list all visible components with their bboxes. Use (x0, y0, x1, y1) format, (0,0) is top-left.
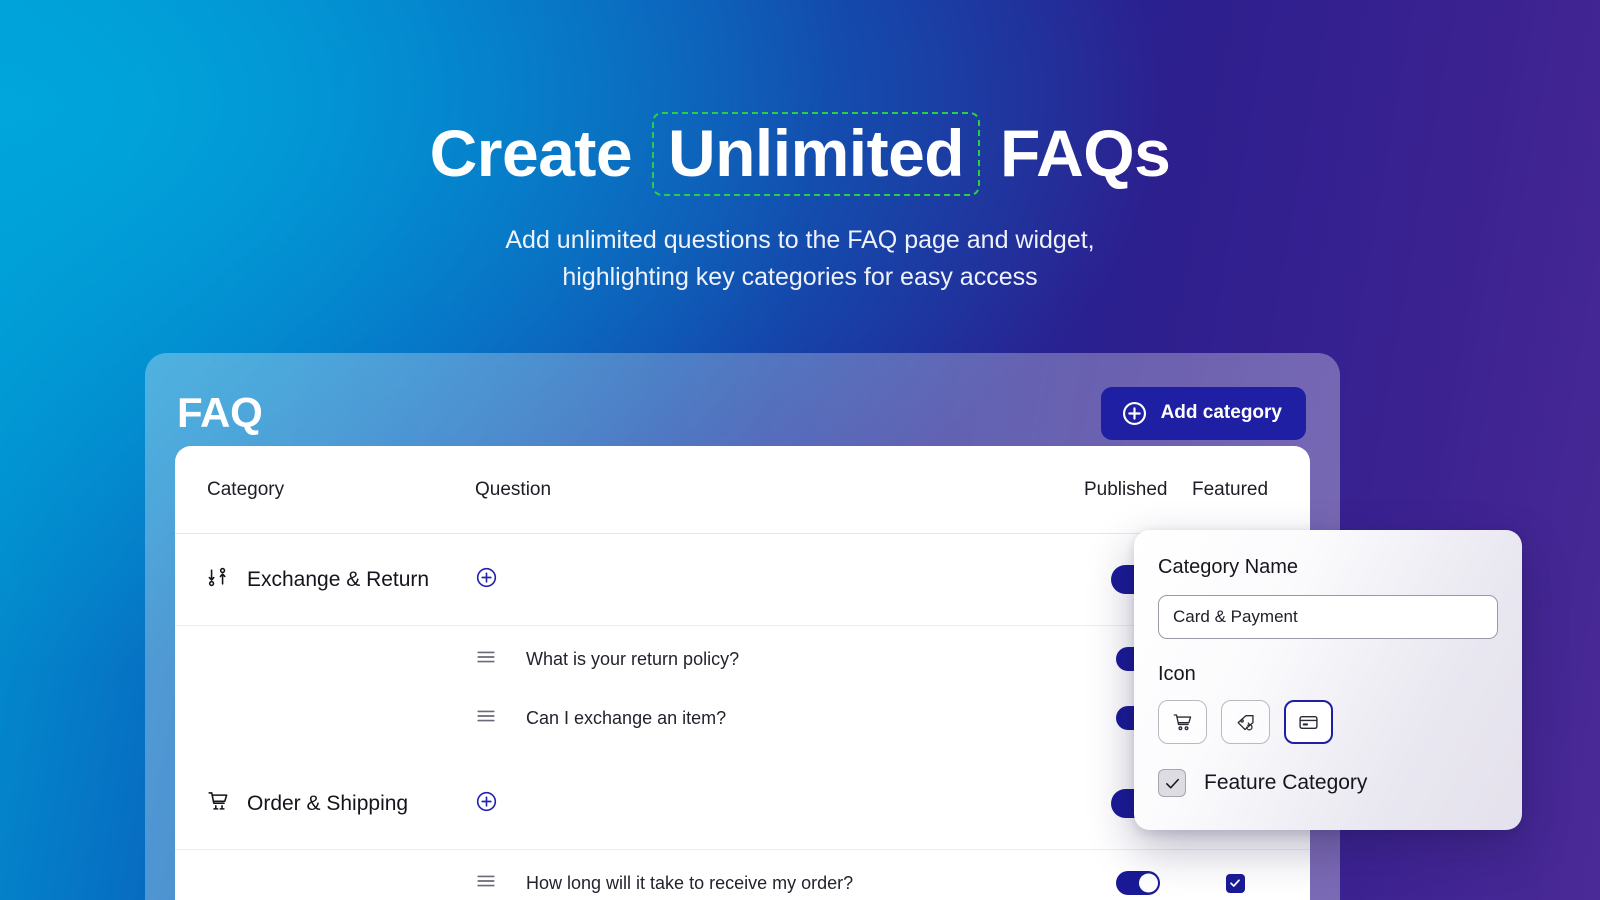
featured-cell (1192, 874, 1278, 893)
column-header-question: Question (475, 479, 1084, 501)
category-cell: Order & Shipping (207, 790, 475, 818)
category-cell: Exchange & Return (207, 566, 475, 594)
question-text: Can I exchange an item? (526, 708, 726, 729)
subtitle-line-1: Add unlimited questions to the FAQ page … (0, 222, 1600, 259)
price-tag-icon (1235, 712, 1256, 733)
page-title: FAQ (177, 389, 262, 437)
headline-highlight-box: Unlimited (652, 112, 980, 196)
feature-category-checkbox[interactable] (1158, 769, 1186, 797)
question-text: How long will it take to receive my orde… (526, 873, 853, 894)
published-cell (1084, 871, 1192, 895)
headline-text-before: Create (430, 116, 632, 190)
question-text: What is your return policy? (526, 649, 739, 670)
drag-handle-icon[interactable] (475, 705, 497, 732)
headline-text-after: FAQs (1000, 116, 1170, 190)
table-row[interactable]: How long will it take to receive my orde… (175, 850, 1310, 900)
category-name-input[interactable] (1158, 595, 1498, 639)
exchange-arrows-icon (207, 566, 229, 594)
feature-category-row[interactable]: Feature Category (1158, 769, 1498, 797)
icon-option-price-tag[interactable] (1221, 700, 1270, 744)
featured-checkbox[interactable] (1226, 874, 1245, 893)
category-name: Order & Shipping (247, 792, 408, 816)
drag-handle-icon[interactable] (475, 646, 497, 673)
page-headline: Create Unlimited FAQs (0, 112, 1600, 196)
plus-circle-icon[interactable] (475, 790, 1084, 818)
category-name-label: Category Name (1158, 556, 1498, 579)
toggle-knob (1139, 874, 1158, 893)
column-header-featured: Featured (1192, 479, 1278, 501)
icon-picker (1158, 700, 1498, 744)
add-category-label: Add category (1161, 402, 1282, 424)
published-toggle[interactable] (1116, 871, 1160, 895)
drag-handle-icon[interactable] (475, 870, 497, 897)
question-cell: What is your return policy? (475, 646, 1084, 673)
category-add-question-cell (475, 566, 1084, 594)
plus-circle-icon[interactable] (475, 566, 1084, 594)
page-root: Create Unlimited FAQs Add unlimited ques… (0, 0, 1600, 900)
shopping-cart-icon (207, 790, 229, 818)
shopping-cart-icon (1172, 712, 1193, 733)
question-cell: Can I exchange an item? (475, 705, 1084, 732)
icon-label: Icon (1158, 663, 1498, 686)
subtitle-line-2: highlighting key categories for easy acc… (0, 259, 1600, 296)
add-category-button[interactable]: Add category (1101, 387, 1306, 440)
icon-option-shopping-cart[interactable] (1158, 700, 1207, 744)
table-header-row: Category Question Published Featured (175, 446, 1310, 534)
column-header-category: Category (207, 479, 475, 501)
plus-circle-icon (1121, 400, 1148, 427)
credit-card-icon (1298, 712, 1319, 733)
faq-card-header: FAQ Add category (145, 353, 1340, 445)
page-subtitle: Add unlimited questions to the FAQ page … (0, 222, 1600, 296)
hero-section: Create Unlimited FAQs Add unlimited ques… (0, 0, 1600, 296)
category-name: Exchange & Return (247, 568, 429, 592)
feature-category-label: Feature Category (1204, 771, 1367, 795)
column-header-published: Published (1084, 479, 1192, 501)
icon-option-credit-card[interactable] (1284, 700, 1333, 744)
category-editor-popover: Category Name Icon (1134, 530, 1522, 830)
headline-highlight-text: Unlimited (668, 116, 964, 190)
category-add-question-cell (475, 790, 1084, 818)
question-cell: How long will it take to receive my orde… (475, 870, 1084, 897)
